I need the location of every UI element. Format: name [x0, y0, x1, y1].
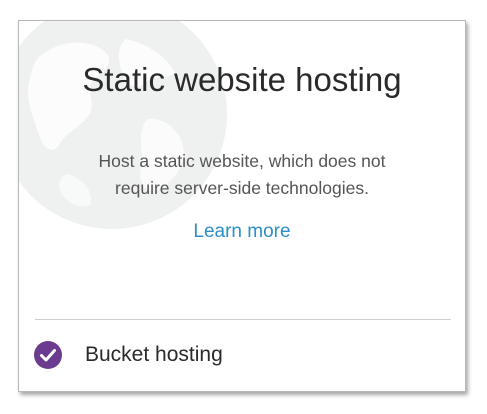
bucket-hosting-option[interactable]: Bucket hosting: [33, 339, 223, 371]
check-circle-icon: [34, 341, 62, 369]
learn-more-link[interactable]: Learn more: [19, 221, 465, 243]
card-description: Host a static website, which does not re…: [59, 148, 425, 202]
card-title: Static website hosting: [82, 61, 402, 98]
card-description-line-2: require server-side technologies.: [115, 178, 369, 198]
bucket-hosting-label: Bucket hosting: [85, 343, 223, 366]
static-website-hosting-card[interactable]: Static website hosting Host a static web…: [18, 20, 466, 392]
divider: [35, 319, 451, 320]
card-description-line-1: Host a static website, which does not: [98, 151, 386, 171]
